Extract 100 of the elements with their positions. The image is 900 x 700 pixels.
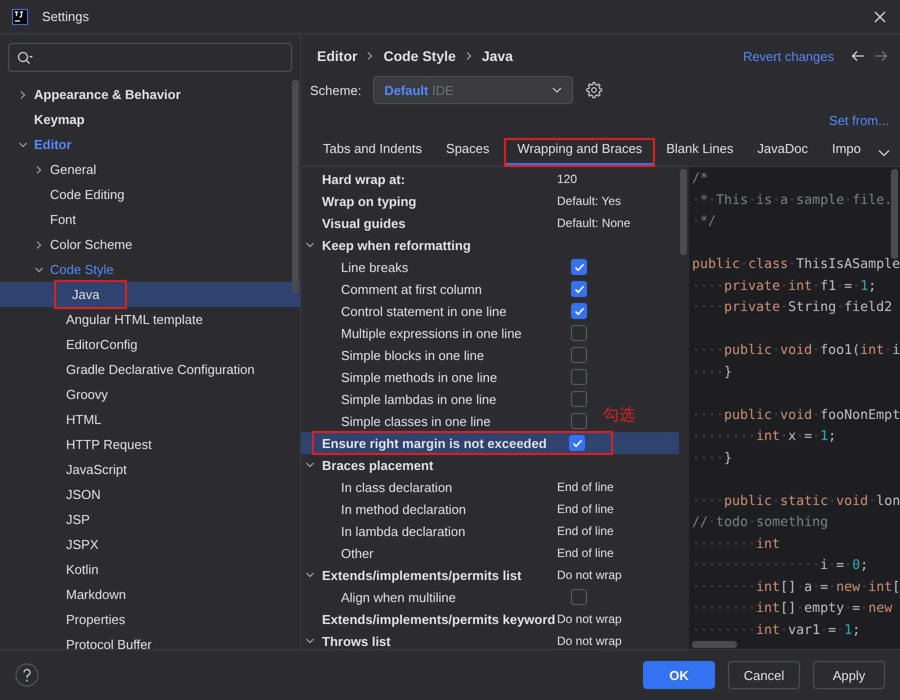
option-row[interactable]: Multiple expressions in one line: [301, 322, 591, 344]
tab[interactable]: Impo: [820, 139, 873, 166]
tree-item[interactable]: Java: [0, 282, 300, 307]
option-row[interactable]: Braces placement: [301, 454, 677, 476]
tree-item[interactable]: Groovy: [0, 382, 300, 407]
tab[interactable]: Blank Lines: [654, 139, 746, 166]
tree-item[interactable]: General: [0, 157, 300, 182]
option-row[interactable]: Align when multiline: [301, 586, 591, 608]
forward-arrow-icon[interactable]: [874, 50, 888, 62]
scrollbar-thumb[interactable]: [292, 80, 299, 293]
checkbox[interactable]: [571, 589, 587, 605]
tree-item[interactable]: JSP: [0, 507, 300, 532]
checkbox[interactable]: [571, 347, 587, 363]
checkbox[interactable]: [571, 369, 587, 385]
code-line: ················i·=·0;: [691, 557, 870, 575]
dialog-button[interactable]: OK: [643, 661, 715, 689]
settings-icon[interactable]: [585, 81, 604, 99]
option-value[interactable]: 120: [557, 172, 578, 186]
option-row[interactable]: Keep when reformatting: [301, 234, 677, 256]
option-value[interactable]: Do not wrap: [557, 568, 622, 582]
option-row[interactable]: Other End of line: [301, 542, 677, 564]
tree-item[interactable]: Kotlin: [0, 557, 300, 582]
option-row[interactable]: Extends/implements/permits keyword Do not wrap: [301, 608, 677, 630]
option-row[interactable]: Comment at first column: [301, 278, 591, 300]
tree-item[interactable]: Code Editing: [0, 182, 300, 207]
option-row[interactable]: Ensure right margin is not exceeded: [301, 432, 679, 454]
tree-item[interactable]: Properties: [0, 607, 300, 632]
tree-item[interactable]: Keymap: [0, 107, 300, 132]
breadcrumb-item[interactable]: Editor: [317, 48, 358, 64]
tree-item[interactable]: Angular HTML template: [0, 307, 300, 332]
tree-item[interactable]: JSPX: [0, 532, 300, 557]
revert-link[interactable]: Revert changes: [742, 48, 834, 64]
tree-item[interactable]: Markdown: [0, 582, 300, 607]
option-row[interactable]: Wrap on typing Default: Yes: [301, 190, 677, 212]
option-row[interactable]: Extends/implements/permits list Do not wrap: [301, 564, 677, 586]
tab[interactable]: JavaDoc: [745, 139, 820, 166]
option-value[interactable]: End of line: [557, 502, 614, 516]
scrollbar-thumb[interactable]: [680, 169, 687, 255]
option-label: In method declaration: [341, 502, 466, 516]
option-row[interactable]: Throws list Do not wrap: [301, 630, 677, 652]
tab[interactable]: Wrapping and Braces: [505, 139, 654, 166]
tab[interactable]: Spaces: [434, 139, 502, 166]
option-row[interactable]: In method declaration End of line: [301, 498, 677, 520]
dialog-button[interactable]: Cancel: [728, 661, 800, 689]
option-row[interactable]: In class declaration End of line: [301, 476, 677, 498]
breadcrumb-item[interactable]: Code Style: [383, 48, 456, 64]
chevron-icon[interactable]: [305, 240, 315, 250]
check-icon: [574, 262, 584, 272]
option-value[interactable]: End of line: [557, 524, 614, 538]
tree-item[interactable]: Protocol Buffer: [0, 632, 300, 649]
search-field[interactable]: [8, 43, 292, 72]
chevron-icon[interactable]: [305, 460, 315, 470]
checkbox[interactable]: [569, 435, 585, 451]
tab[interactable]: Tabs and Indents: [311, 139, 434, 166]
option-row[interactable]: Simple classes in one line: [301, 410, 591, 432]
dialog-button[interactable]: Apply: [813, 661, 885, 689]
breadcrumb-item[interactable]: Java: [482, 48, 513, 64]
tree-item[interactable]: JSON: [0, 482, 300, 507]
scrollbar-thumb[interactable]: [692, 641, 737, 648]
tree-item[interactable]: HTML: [0, 407, 300, 432]
option-value[interactable]: Default: Yes: [557, 194, 622, 208]
option-label: Simple lambdas in one line: [341, 392, 496, 406]
option-row[interactable]: Control statement in one line: [301, 300, 591, 322]
tree-item[interactable]: Font: [0, 207, 300, 232]
help-icon[interactable]: [15, 663, 39, 687]
option-row[interactable]: Line breaks: [301, 256, 591, 278]
option-value[interactable]: End of line: [557, 480, 614, 494]
option-value[interactable]: Do not wrap: [557, 612, 622, 626]
tree-item[interactable]: JavaScript: [0, 457, 300, 482]
checkbox[interactable]: [571, 413, 587, 429]
chevron-down-icon[interactable]: [878, 149, 890, 157]
option-row[interactable]: Simple methods in one line: [301, 366, 591, 388]
close-icon[interactable]: [874, 10, 886, 22]
option-row[interactable]: Simple blocks in one line: [301, 344, 591, 366]
option-row[interactable]: Visual guides Default: None: [301, 212, 677, 234]
checkbox[interactable]: [571, 303, 587, 319]
option-row[interactable]: In lambda declaration End of line: [301, 520, 677, 542]
tree-item[interactable]: EditorConfig: [0, 332, 300, 357]
checkbox[interactable]: [571, 391, 587, 407]
option-value[interactable]: Do not wrap: [557, 634, 622, 648]
option-row[interactable]: Simple lambdas in one line: [301, 388, 591, 410]
tree-item[interactable]: Gradle Declarative Configuration: [0, 357, 300, 382]
checkbox[interactable]: [571, 281, 587, 297]
checkbox[interactable]: [571, 259, 587, 275]
back-arrow-icon[interactable]: [851, 50, 865, 62]
option-value[interactable]: Default: None: [557, 216, 630, 230]
checkbox[interactable]: [571, 325, 587, 341]
tree-item[interactable]: Color Scheme: [0, 232, 300, 257]
option-label: Multiple expressions in one line: [341, 326, 522, 340]
chevron-icon[interactable]: [305, 636, 315, 646]
set-from-link[interactable]: Set from...: [829, 113, 889, 128]
option-label: Hard wrap at:: [322, 172, 406, 186]
tree-item[interactable]: Code Style: [0, 257, 300, 282]
option-value[interactable]: End of line: [557, 546, 614, 560]
tree-item[interactable]: HTTP Request: [0, 432, 300, 457]
tree-item[interactable]: Editor: [0, 132, 300, 157]
tree-item[interactable]: Appearance & Behavior: [0, 82, 300, 107]
scrollbar-thumb[interactable]: [891, 169, 898, 259]
chevron-icon[interactable]: [305, 570, 315, 580]
option-row[interactable]: Hard wrap at: 120: [301, 168, 677, 190]
